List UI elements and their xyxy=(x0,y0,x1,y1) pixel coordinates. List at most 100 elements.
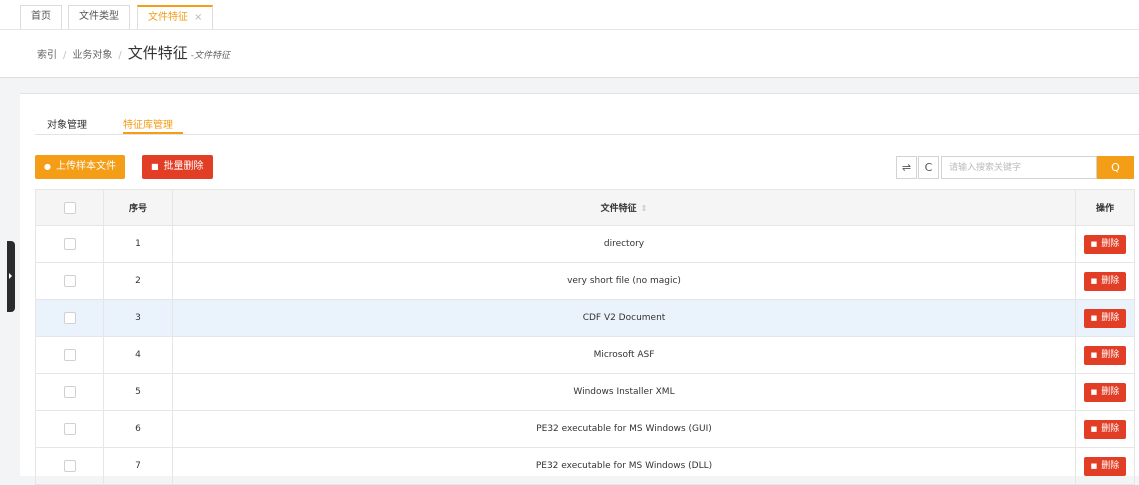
row-index: 6 xyxy=(103,410,173,448)
row-feature: PE32 executable for MS Windows (DLL) xyxy=(172,447,1076,485)
delete-button[interactable]: ■ 删除 xyxy=(1083,456,1127,476)
batch-delete-label: 批量删除 xyxy=(163,161,204,172)
delete-label: 删除 xyxy=(1101,423,1120,434)
header-index: 序号 xyxy=(103,189,173,226)
delete-label: 删除 xyxy=(1101,349,1120,360)
breadcrumb-item[interactable]: 业务对象 xyxy=(72,50,112,61)
upload-sample-label: 上传样本文件 xyxy=(55,161,116,172)
table-row[interactable]: 3 CDF V2 Document ■ 删除 xyxy=(35,299,1135,337)
table-row[interactable]: 1 directory ■ 删除 xyxy=(35,225,1135,263)
cloud-upload-icon: ● xyxy=(44,162,51,171)
row-checkbox-cell xyxy=(35,410,104,448)
close-icon[interactable]: × xyxy=(194,12,202,23)
delete-button[interactable]: ■ 删除 xyxy=(1083,271,1127,291)
table-row[interactable]: 7 PE32 executable for MS Windows (DLL) ■ 删除 xyxy=(35,447,1135,485)
header-feature[interactable]: 文件特征 ⇕ xyxy=(172,189,1076,226)
column-settings-icon[interactable]: ⇌ xyxy=(896,156,917,179)
select-all-checkbox[interactable] xyxy=(63,201,76,214)
row-feature: Microsoft ASF xyxy=(172,336,1076,374)
row-index: 7 xyxy=(103,447,173,485)
feature-table: 序号 文件特征 ⇕ 操作 1 directory ■ 删除 2 very short fil… xyxy=(35,189,1135,485)
breadcrumb-separator: / xyxy=(63,50,67,61)
tab-object-management[interactable]: 对象管理 xyxy=(47,116,87,131)
page-header: 索引 / 业务对象 / 文件特征 -文件特征 xyxy=(0,30,1139,78)
delete-label: 删除 xyxy=(1101,386,1120,397)
row-checkbox[interactable] xyxy=(63,238,76,250)
row-feature: directory xyxy=(172,225,1076,263)
row-index: 5 xyxy=(103,373,173,411)
table-row[interactable]: 5 Windows Installer XML ■ 删除 xyxy=(35,373,1135,411)
row-feature: PE32 executable for MS Windows (GUI) xyxy=(172,410,1076,448)
trash-icon: ■ xyxy=(1090,276,1098,285)
row-action-cell: ■ 删除 xyxy=(1075,447,1135,485)
row-feature: CDF V2 Document xyxy=(172,299,1076,337)
delete-button[interactable]: ■ 删除 xyxy=(1083,345,1127,365)
tab-label: 首页 xyxy=(31,11,51,22)
trash-icon: ■ xyxy=(1090,424,1098,433)
tab-home[interactable]: 首页 xyxy=(20,5,62,29)
batch-delete-button[interactable]: ■ 批量删除 xyxy=(142,155,213,179)
row-feature: Windows Installer XML xyxy=(172,373,1076,411)
sidebar-toggle-handle[interactable] xyxy=(7,241,15,312)
row-action-cell: ■ 删除 xyxy=(1075,373,1135,411)
trash-icon: ■ xyxy=(151,162,159,171)
header-action: 操作 xyxy=(1075,189,1135,226)
delete-button[interactable]: ■ 删除 xyxy=(1083,419,1127,439)
tab-file-feature[interactable]: 文件特征 × xyxy=(137,5,214,29)
trash-icon: ■ xyxy=(1090,239,1098,248)
table-row[interactable]: 4 Microsoft ASF ■ 删除 xyxy=(35,336,1135,374)
delete-button[interactable]: ■ 删除 xyxy=(1083,234,1127,254)
tab-label: 文件类型 xyxy=(79,11,119,22)
trash-icon: ■ xyxy=(1090,461,1098,470)
row-checkbox[interactable] xyxy=(63,275,76,287)
delete-label: 删除 xyxy=(1101,460,1120,471)
trash-icon: ■ xyxy=(1090,387,1098,396)
delete-label: 删除 xyxy=(1101,312,1120,323)
delete-button[interactable]: ■ 删除 xyxy=(1083,308,1127,328)
tab-bar: 首页 文件类型 文件特征 × xyxy=(0,0,1139,30)
trash-icon: ■ xyxy=(1090,313,1098,322)
row-checkbox-cell xyxy=(35,299,104,337)
delete-label: 删除 xyxy=(1101,238,1120,249)
row-action-cell: ■ 删除 xyxy=(1075,262,1135,300)
delete-label: 删除 xyxy=(1101,275,1120,286)
table-row[interactable]: 2 very short file (no magic) ■ 删除 xyxy=(35,262,1135,300)
breadcrumb: 索引 / 业务对象 / 文件特征 -文件特征 xyxy=(37,42,230,63)
search-input[interactable] xyxy=(941,156,1097,179)
row-index: 1 xyxy=(103,225,173,263)
table-header-row: 序号 文件特征 ⇕ 操作 xyxy=(35,189,1135,226)
trash-icon: ■ xyxy=(1090,350,1098,359)
row-checkbox-cell xyxy=(35,225,104,263)
row-action-cell: ■ 删除 xyxy=(1075,299,1135,337)
header-checkbox-cell xyxy=(35,189,104,226)
row-checkbox[interactable] xyxy=(63,349,76,361)
row-checkbox-cell xyxy=(35,336,104,374)
row-checkbox[interactable] xyxy=(63,423,76,435)
content-panel: 对象管理 特征库管理 ● 上传样本文件 ■ 批量删除 ⇌ C Q 序号 文件特征 ⇕ … xyxy=(20,93,1139,485)
delete-button[interactable]: ■ 删除 xyxy=(1083,382,1127,402)
row-index: 4 xyxy=(103,336,173,374)
row-action-cell: ■ 删除 xyxy=(1075,410,1135,448)
upload-sample-button[interactable]: ● 上传样本文件 xyxy=(35,155,125,179)
breadcrumb-item[interactable]: 索引 xyxy=(37,50,57,61)
row-action-cell: ■ 删除 xyxy=(1075,225,1135,263)
breadcrumb-separator: / xyxy=(118,50,122,61)
page-title: 文件特征 xyxy=(127,44,188,62)
table-row[interactable]: 6 PE32 executable for MS Windows (GUI) ■ 删除 xyxy=(35,410,1135,448)
row-checkbox-cell xyxy=(35,262,104,300)
tab-file-type[interactable]: 文件类型 xyxy=(68,5,130,29)
page-subtitle: -文件特征 xyxy=(190,51,231,61)
search-icon: Q xyxy=(1111,161,1120,174)
tab-label: 文件特征 xyxy=(148,12,188,23)
row-checkbox[interactable] xyxy=(63,312,76,324)
header-feature-label: 文件特征 xyxy=(600,204,637,214)
row-checkbox-cell xyxy=(35,447,104,485)
sort-icon[interactable]: ⇕ xyxy=(641,204,648,213)
search-button[interactable]: Q xyxy=(1097,156,1134,179)
row-checkbox-cell xyxy=(35,373,104,411)
row-feature: very short file (no magic) xyxy=(172,262,1076,300)
refresh-icon[interactable]: C xyxy=(918,156,939,179)
tab-feature-library[interactable]: 特征库管理 xyxy=(123,116,173,131)
row-checkbox[interactable] xyxy=(63,386,76,398)
row-checkbox[interactable] xyxy=(63,460,76,472)
